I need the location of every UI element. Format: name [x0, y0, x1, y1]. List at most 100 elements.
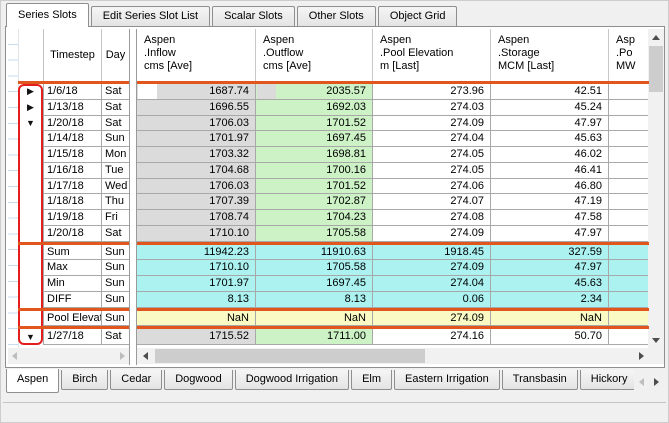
cell-value[interactable]: 1708.74	[137, 210, 256, 226]
column-header-day[interactable]: Day	[102, 29, 129, 81]
cell-value[interactable]: 50.70	[491, 329, 609, 345]
tab-scroll-left-button[interactable]	[634, 372, 649, 392]
cell-day[interactable]: Wed	[102, 179, 129, 195]
cell-day[interactable]: Sun	[102, 311, 129, 327]
cell-value[interactable]	[609, 329, 649, 345]
cell-value[interactable]	[609, 292, 649, 308]
cell-value[interactable]	[609, 311, 649, 327]
cell-value[interactable]: 1707.39	[137, 194, 256, 210]
tab-hickory[interactable]: Hickory	[580, 370, 634, 390]
cell-value[interactable]: 1703.32	[137, 147, 256, 163]
cell-value[interactable]: 11942.23	[137, 245, 256, 261]
tab-cedar[interactable]: Cedar	[110, 370, 162, 390]
cell-timestep[interactable]: DIFF	[43, 292, 102, 308]
cell-value[interactable]: 274.07	[373, 194, 491, 210]
cell-value[interactable]	[609, 84, 649, 100]
cell-value[interactable]: NaN	[256, 311, 373, 327]
cell-timestep[interactable]: Sum	[43, 245, 102, 261]
cell-value[interactable]	[609, 163, 649, 179]
cell-timestep[interactable]: 1/6/18	[43, 84, 102, 100]
cell-value[interactable]: 1710.10	[137, 226, 256, 242]
cell-value[interactable]	[609, 116, 649, 132]
cell-value[interactable]: 46.80	[491, 179, 609, 195]
cell-value[interactable]: 274.16	[373, 329, 491, 345]
tab-edit-series-slot-list[interactable]: Edit Series Slot List	[91, 6, 210, 26]
h-scrollbar-main[interactable]	[137, 348, 649, 364]
scroll-right-icon[interactable]	[120, 352, 125, 360]
cell-value[interactable]: 1698.81	[256, 147, 373, 163]
scroll-left-button[interactable]	[137, 348, 153, 364]
tab-dogwood-irrigation[interactable]: Dogwood Irrigation	[235, 370, 349, 390]
cell-value[interactable]: 327.59	[491, 245, 609, 261]
cell-value[interactable]: 1687.74	[137, 84, 256, 100]
cell-value[interactable]: 1704.68	[137, 163, 256, 179]
cell-value[interactable]: NaN	[491, 311, 609, 327]
column-header-aspen-inflow-cms-ave[interactable]: Aspen .Inflow cms [Ave]	[137, 29, 256, 81]
cell-value[interactable]: 1704.23	[256, 210, 373, 226]
tab-eastern-irrigation[interactable]: Eastern Irrigation	[394, 370, 500, 390]
cell-value[interactable]: 46.02	[491, 147, 609, 163]
cell-timestep[interactable]: 1/18/18	[43, 194, 102, 210]
cell-value[interactable]: 47.19	[491, 194, 609, 210]
cell-day[interactable]: Tue	[102, 163, 129, 179]
cell-value[interactable]	[609, 260, 649, 276]
cell-value[interactable]	[609, 131, 649, 147]
cell-value[interactable]: 1710.10	[137, 260, 256, 276]
scroll-up-button[interactable]	[648, 29, 664, 45]
cell-value[interactable]: 1702.87	[256, 194, 373, 210]
cell-timestep[interactable]: Min	[43, 276, 102, 292]
cell-value[interactable]: 8.13	[256, 292, 373, 308]
cell-value[interactable]: 1711.00	[256, 329, 373, 345]
cell-timestep[interactable]: 1/20/18	[43, 226, 102, 242]
cell-value[interactable]: 47.97	[491, 116, 609, 132]
cell-value[interactable]: 1701.52	[256, 179, 373, 195]
cell-day[interactable]: Sat	[102, 116, 129, 132]
cell-value[interactable]: 2035.57	[256, 84, 373, 100]
cell-day[interactable]: Sat	[102, 84, 129, 100]
cell-value[interactable]: 1705.58	[256, 226, 373, 242]
cell-timestep[interactable]: 1/27/18	[43, 329, 102, 345]
scroll-left-icon[interactable]	[12, 352, 17, 360]
scrollbar-thumb[interactable]	[649, 46, 663, 92]
cell-value[interactable]: 2.34	[491, 292, 609, 308]
tab-object-grid[interactable]: Object Grid	[378, 6, 458, 26]
cell-value[interactable]	[609, 100, 649, 116]
cell-value[interactable]: 1700.16	[256, 163, 373, 179]
cell-timestep[interactable]: 1/14/18	[43, 131, 102, 147]
tab-dogwood[interactable]: Dogwood	[164, 370, 232, 390]
tab-aspen[interactable]: Aspen	[6, 369, 59, 393]
cell-value[interactable]: 1918.45	[373, 245, 491, 261]
cell-value[interactable]: 274.09	[373, 226, 491, 242]
cell-value[interactable]: 274.09	[373, 116, 491, 132]
cell-value[interactable]: 274.09	[373, 260, 491, 276]
cell-value[interactable]: 45.24	[491, 100, 609, 116]
cell-value[interactable]: 274.03	[373, 100, 491, 116]
cell-value[interactable]: 274.05	[373, 147, 491, 163]
cell-timestep[interactable]: 1/15/18	[43, 147, 102, 163]
cell-value[interactable]: 46.41	[491, 163, 609, 179]
collapsed-arrow-icon[interactable]: ▶	[18, 84, 43, 100]
cell-timestep[interactable]: 1/16/18	[43, 163, 102, 179]
cell-value[interactable]: 1697.45	[256, 276, 373, 292]
collapsed-arrow-icon[interactable]: ▶	[18, 100, 43, 116]
cell-timestep[interactable]: 1/17/18	[43, 179, 102, 195]
column-header-asp-po-mw[interactable]: Asp .Po MW	[609, 29, 649, 81]
cell-value[interactable]	[609, 194, 649, 210]
cell-value[interactable]	[609, 276, 649, 292]
tab-scalar-slots[interactable]: Scalar Slots	[212, 6, 295, 26]
cell-value[interactable]: 47.97	[491, 260, 609, 276]
scroll-down-button[interactable]	[648, 332, 664, 348]
cell-timestep[interactable]: Max	[43, 260, 102, 276]
cell-day[interactable]: Mon	[102, 147, 129, 163]
cell-value[interactable]: 1692.03	[256, 100, 373, 116]
cell-day[interactable]: Sun	[102, 131, 129, 147]
column-header-aspen-outflow-cms-ave[interactable]: Aspen .Outflow cms [Ave]	[256, 29, 373, 81]
cell-value[interactable]: 274.09	[373, 311, 491, 327]
cell-day[interactable]: Sat	[102, 226, 129, 242]
cell-day[interactable]: Sat	[102, 329, 129, 345]
cell-day[interactable]: Thu	[102, 194, 129, 210]
cell-value[interactable]: 47.58	[491, 210, 609, 226]
cell-value[interactable]: 1696.55	[137, 100, 256, 116]
cell-value[interactable]: 1706.03	[137, 116, 256, 132]
cell-timestep[interactable]: 1/19/18	[43, 210, 102, 226]
